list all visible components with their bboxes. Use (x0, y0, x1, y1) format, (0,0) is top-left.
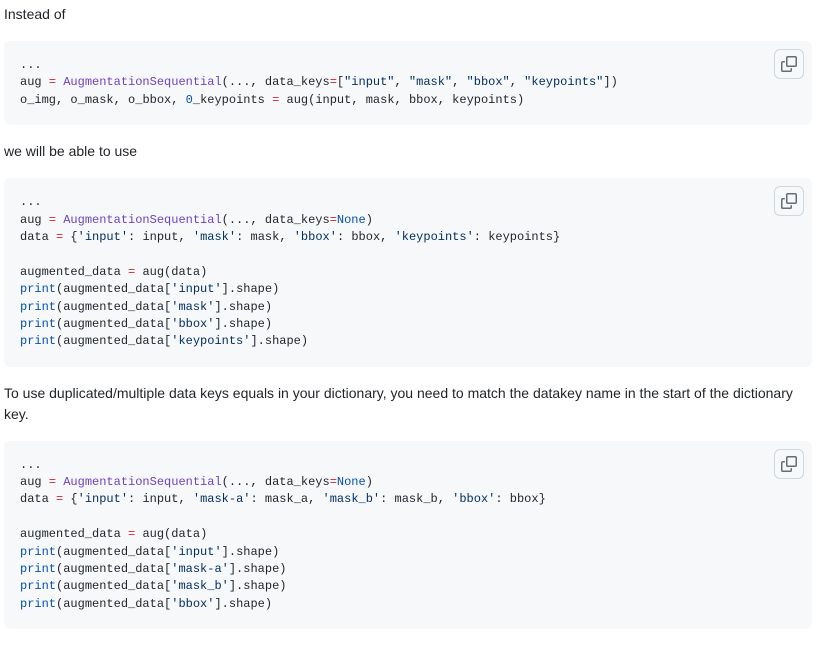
paragraph-instead-of: Instead of (4, 4, 812, 25)
copy-button[interactable] (774, 449, 804, 479)
code-content: ... aug = AugmentationSequential(..., da… (20, 457, 796, 614)
code-block-1: ... aug = AugmentationSequential(..., da… (4, 41, 812, 125)
copy-button[interactable] (774, 49, 804, 79)
code-block-2: ... aug = AugmentationSequential(..., da… (4, 178, 812, 367)
copy-icon (781, 456, 797, 472)
code-block-3: ... aug = AugmentationSequential(..., da… (4, 441, 812, 630)
code-content: ... aug = AugmentationSequential(..., da… (20, 194, 796, 351)
code-content: ... aug = AugmentationSequential(..., da… (20, 57, 796, 109)
copy-icon (781, 193, 797, 209)
paragraph-duplicated-keys: To use duplicated/multiple data keys equ… (4, 383, 812, 425)
copy-icon (781, 56, 797, 72)
copy-button[interactable] (774, 186, 804, 216)
paragraph-we-will: we will be able to use (4, 141, 812, 162)
